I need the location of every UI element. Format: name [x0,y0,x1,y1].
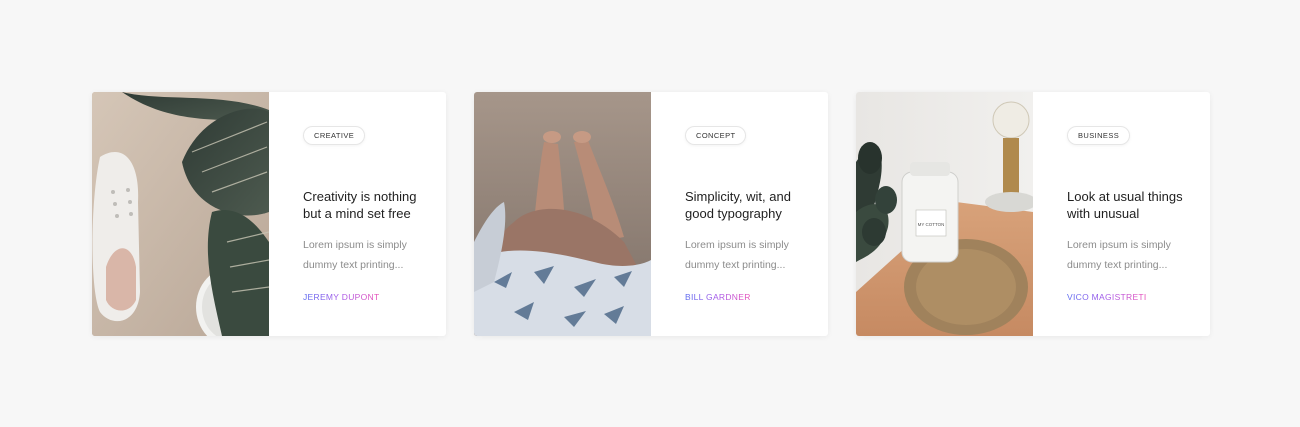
category-tag[interactable]: CREATIVE [303,126,366,145]
svg-text:MY COTTON: MY COTTON [918,222,945,227]
card-body: BUSINESS Look at usual things with unusu… [1033,92,1210,336]
card-excerpt: Lorem ipsum is simply dummy text printin… [303,239,407,271]
author-link[interactable]: JEREMY DUPONT [303,292,379,302]
card-body: CREATIVE Creativity is nothing but a min… [269,92,446,336]
category-tag[interactable]: CONCEPT [685,126,747,145]
author-link[interactable]: BILL GARDNER [685,292,751,302]
card-title[interactable]: Look at usual things with unusual [1067,188,1191,222]
blog-card[interactable]: MY COTTON BUSINESS Look at usual things … [856,92,1210,336]
card-excerpt: Lorem ipsum is simply dummy text printin… [1067,239,1171,271]
feet-on-sand-photo[interactable] [474,92,651,336]
card-title[interactable]: Simplicity, wit, and good typography [685,188,809,222]
card-body: CONCEPT Simplicity, wit, and good typogr… [651,92,828,336]
category-tag[interactable]: BUSINESS [1067,126,1131,145]
blog-card-grid: CREATIVE Creativity is nothing but a min… [92,92,1210,336]
card-title[interactable]: Creativity is nothing but a mind set fre… [303,188,427,222]
sneaker-and-plant-photo[interactable] [92,92,269,336]
author-link[interactable]: VICO MAGISTRETI [1067,292,1147,302]
card-excerpt: Lorem ipsum is simply dummy text printin… [685,239,789,271]
candle-jar-and-lamp-photo[interactable]: MY COTTON [856,92,1033,336]
blog-card[interactable]: CREATIVE Creativity is nothing but a min… [92,92,446,336]
page: { "cards": [ { "tag": "CREATIVE", "title… [0,0,1300,427]
blog-card[interactable]: CONCEPT Simplicity, wit, and good typogr… [474,92,828,336]
